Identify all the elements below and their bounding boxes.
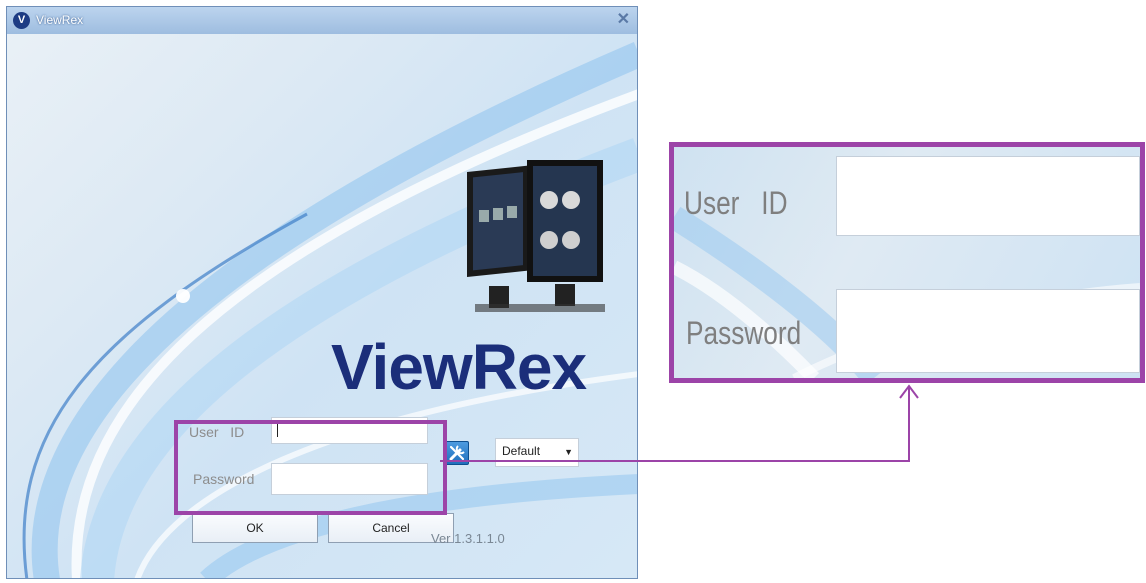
zoom-user-id-label: User ID: [684, 185, 788, 221]
monitors-illustration: [467, 160, 605, 312]
brand-logo: ViewRex: [331, 331, 587, 403]
app-logo-icon: V: [13, 12, 30, 29]
zoom-password-label: Password: [686, 315, 802, 351]
login-window: V ViewRex ✕ ViewRex User ID Password Def…: [6, 6, 638, 579]
highlight-box: [174, 420, 447, 515]
tools-icon: [449, 445, 465, 461]
version-label: Ver 1.3.1.1.0: [431, 531, 505, 546]
settings-button[interactable]: [445, 441, 469, 465]
profile-select[interactable]: Default ▼: [495, 438, 579, 467]
zoom-user-id-input: [836, 156, 1140, 236]
title-bar[interactable]: V ViewRex ✕: [7, 7, 637, 35]
profile-select-value: Default: [502, 444, 541, 458]
zoom-password-input: [836, 289, 1140, 373]
zoom-panel: User ID Password: [669, 142, 1145, 383]
chevron-down-icon: ▼: [564, 447, 573, 457]
window-title: ViewRex: [36, 13, 84, 27]
close-icon[interactable]: ✕: [617, 10, 630, 30]
ok-button[interactable]: OK: [192, 513, 318, 543]
